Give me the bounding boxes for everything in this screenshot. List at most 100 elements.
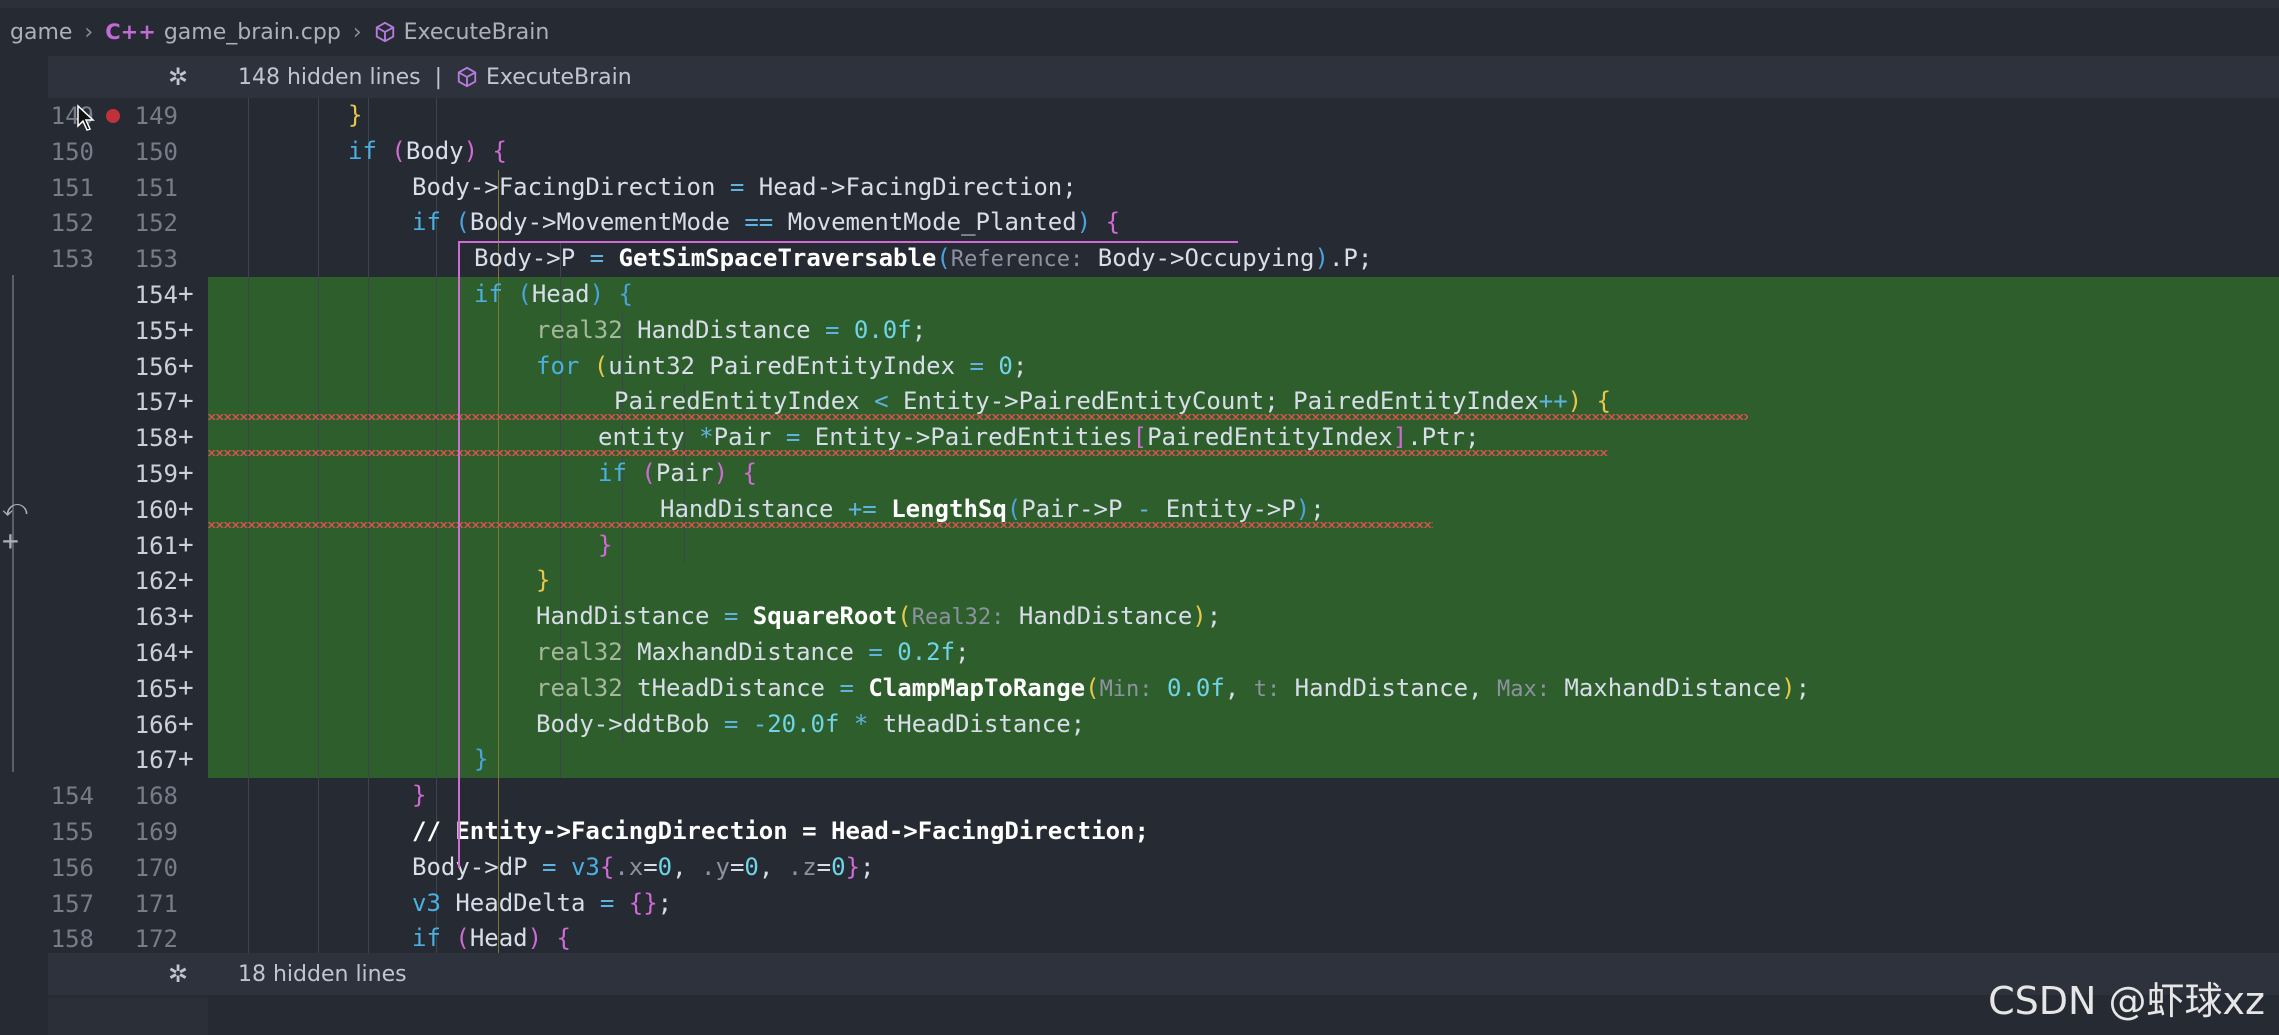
code-text[interactable]: HandDistance += LengthSq(Pair->P - Entit… — [660, 495, 1325, 523]
watermark: CSDN @虾球xz — [1988, 979, 2265, 1023]
indent-guide — [318, 778, 319, 815]
revert-icon[interactable]: ⤺ — [2, 494, 28, 522]
indent-guide — [248, 778, 249, 815]
added-code-line[interactable]: 158 + entity *Pair = Entity->PairedEntitie… — [48, 420, 2279, 457]
code-text[interactable]: // Entity->FacingDirection = Head->Facin… — [412, 817, 1149, 845]
code-text[interactable]: real32 MaxhandDistance = 0.2f; — [536, 638, 970, 666]
indent-guide — [318, 98, 319, 134]
added-line-highlight — [208, 706, 2279, 743]
code-text[interactable]: if (Head) { — [474, 280, 633, 308]
added-line-highlight — [208, 599, 2279, 636]
indent-guide — [318, 706, 319, 743]
indent-guide — [622, 563, 623, 600]
indent-guide — [318, 814, 319, 850]
indent-guide — [318, 563, 319, 600]
added-code-line[interactable]: 164 + real32 MaxhandDistance = 0.2f; — [48, 635, 2279, 671]
code-line[interactable]: 153 153 Body->P = GetSimSpaceTraversable(R… — [48, 241, 2279, 278]
code-editor[interactable]: 149 149} 150 150 if (Body) {151 151 Body->Faci… — [48, 98, 2279, 956]
added-code-line[interactable]: 162 +} — [48, 563, 2279, 600]
unfold-icon[interactable]: ✲ — [158, 63, 198, 91]
cpp-file-icon: C++ — [105, 20, 156, 44]
added-line-marker: + — [178, 279, 194, 309]
code-text[interactable]: } — [348, 101, 362, 129]
code-text[interactable]: entity *Pair = Entity->PairedEntities[Pa… — [598, 423, 1479, 451]
breadcrumb-folder[interactable]: game — [10, 20, 72, 45]
code-line[interactable]: 157 171 v3 HeadDelta = {}; — [48, 885, 2279, 922]
added-line-marker: + — [178, 458, 194, 488]
code-text[interactable]: Body->dP = v3{.x=0, .y=0, .z=0}; — [412, 853, 874, 881]
added-code-line[interactable]: 156 + for (uint32 PairedEntityIndex = 0; — [48, 348, 2279, 385]
code-line[interactable]: 155 169 // Entity->FacingDirection = Head-… — [48, 814, 2279, 850]
code-text[interactable]: if (Body->MovementMode == MovementMode_P… — [412, 208, 1120, 236]
indent-guide — [560, 456, 561, 492]
code-text[interactable]: } — [536, 566, 550, 594]
added-code-line[interactable]: 157 + PairedEntityIndex < Entity->PairedEn… — [48, 384, 2279, 421]
indent-guide — [368, 670, 369, 707]
indent-guide — [498, 742, 499, 779]
indent-guide — [318, 635, 319, 671]
fold-top[interactable]: ✲ 148 hidden lines | ExecuteBrain — [48, 56, 2279, 98]
code-line[interactable]: 151 151 Body->FacingDirection = Head->Faci… — [48, 169, 2279, 206]
code-line[interactable]: 152 152 if (Body->MovementMode == Movement… — [48, 205, 2279, 242]
breadcrumb-file[interactable]: C++ game_brain.cpp — [105, 20, 341, 45]
added-line-marker: + — [178, 672, 194, 703]
indent-guide — [436, 706, 437, 743]
code-text[interactable]: HandDistance = SquareRoot(Real32: HandDi… — [536, 602, 1221, 630]
added-line-marker: + — [178, 350, 194, 381]
new-line-number: 155 — [134, 316, 178, 345]
new-line-number: 163 — [134, 603, 178, 632]
added-line-marker: + — [178, 314, 194, 345]
added-line-marker: + — [178, 708, 194, 739]
unfold-icon[interactable]: ✲ — [158, 960, 198, 988]
indent-guide — [436, 527, 437, 564]
added-code-line[interactable]: 166 + Body->ddtBob = -20.0f * tHeadDistanc… — [48, 706, 2279, 743]
code-text[interactable]: PairedEntityIndex < Entity->PairedEntity… — [614, 387, 1611, 415]
code-text[interactable]: Body->P = GetSimSpaceTraversable(Referen… — [474, 244, 1372, 272]
code-text[interactable]: if (Body) { — [348, 137, 507, 165]
indent-guide — [318, 599, 319, 636]
added-code-line[interactable]: 154 + if (Head) { — [48, 277, 2279, 313]
code-line[interactable]: 154 168} — [48, 778, 2279, 815]
added-code-line[interactable]: 165 + real32 tHeadDistance = ClampMapToRan… — [48, 670, 2279, 707]
code-text[interactable]: } — [412, 781, 426, 809]
breadcrumb-symbol[interactable]: ExecuteBrain — [374, 20, 549, 45]
indent-guide — [436, 563, 437, 600]
code-text[interactable]: for (uint32 PairedEntityIndex = 0; — [536, 352, 1027, 380]
added-code-line[interactable]: 161 +} — [48, 527, 2279, 564]
added-code-line[interactable]: 155 + real32 HandDistance = 0.0f; — [48, 312, 2279, 349]
indent-guide — [368, 742, 369, 779]
indent-guide — [368, 169, 369, 206]
indent-guide — [498, 563, 499, 600]
breakpoint-icon[interactable] — [106, 109, 120, 123]
old-line-number: 155 — [50, 818, 94, 846]
old-line-number: 151 — [50, 173, 94, 202]
code-text[interactable]: v3 HeadDelta = {}; — [412, 889, 672, 917]
stage-plus-icon[interactable]: + — [2, 524, 19, 557]
bottom-gutter — [48, 998, 208, 1035]
code-text[interactable]: Body->FacingDirection = Head->FacingDire… — [412, 173, 1077, 201]
added-code-line[interactable]: 160 + HandDistance += LengthSq(Pair->P - E… — [48, 491, 2279, 528]
added-code-line[interactable]: 167 +} — [48, 742, 2279, 779]
code-text[interactable]: real32 tHeadDistance = ClampMapToRange(M… — [536, 674, 1810, 702]
fold-bottom[interactable]: ✲ 18 hidden lines — [48, 953, 2279, 995]
code-text[interactable]: real32 HandDistance = 0.0f; — [536, 316, 926, 344]
code-text[interactable]: if (Head) { — [412, 924, 571, 952]
new-line-number: 171 — [134, 889, 178, 918]
indent-guide — [368, 849, 369, 886]
added-code-line[interactable]: 163 + HandDistance = SquareRoot(Real32: Ha… — [48, 599, 2279, 636]
code-line[interactable]: 150 150 if (Body) { — [48, 133, 2279, 170]
code-line[interactable]: 158 172 if (Head) { — [48, 921, 2279, 956]
code-text[interactable]: Body->ddtBob = -20.0f * tHeadDistance; — [536, 710, 1085, 738]
code-text[interactable]: if (Pair) { — [598, 459, 757, 487]
indent-guide — [318, 312, 319, 349]
code-text[interactable]: } — [474, 745, 488, 773]
new-line-number: 154 — [134, 281, 178, 309]
code-line[interactable]: 149 149} — [48, 98, 2279, 134]
breadcrumb-folder-label: game — [10, 19, 73, 45]
code-line[interactable]: 156 170 Body->dP = v3{.x=0, .y=0, .z=0}; — [48, 849, 2279, 886]
new-line-number: 153 — [134, 245, 178, 274]
indent-guide — [248, 312, 249, 349]
added-code-line[interactable]: 159 + if (Pair) { — [48, 456, 2279, 492]
added-line-highlight — [208, 348, 2279, 385]
code-text[interactable]: } — [598, 531, 612, 559]
